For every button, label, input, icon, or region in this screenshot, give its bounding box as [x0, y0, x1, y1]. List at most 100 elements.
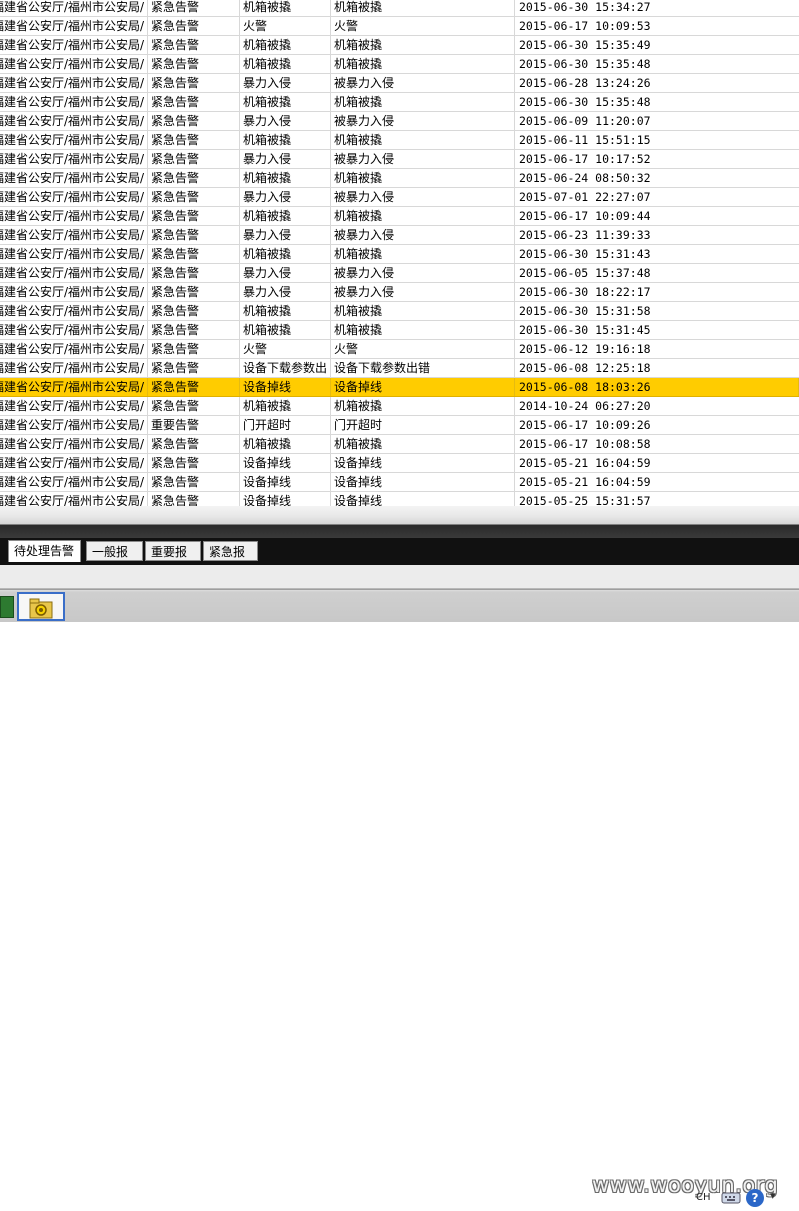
tray-arrow-icon[interactable]: ▾	[770, 1189, 776, 1202]
org-cell: 福建省公安厅/福州市公安局/	[0, 245, 148, 263]
alarm-desc-cell: 机箱被撬	[331, 36, 515, 54]
org-cell: 福建省公安厅/福州市公安局/	[0, 473, 148, 491]
alarm-type-cell: 暴力入侵	[240, 226, 331, 244]
tab-0[interactable]: 待处理告警	[8, 540, 81, 562]
alarm-type-cell: 设备下载参数出	[240, 359, 331, 377]
alarm-time-cell: 2015-06-11 15:51:15	[519, 133, 651, 147]
alarm-level-cell: 紧急告警	[148, 397, 240, 415]
language-indicator[interactable]: CH	[696, 1192, 711, 1203]
alarm-table[interactable]: 福建省公安厅/福州市公安局/紧急告警 机箱被撬 机箱被撬 2015-06-30 15:…	[0, 0, 799, 506]
tab-1[interactable]: 一般报警	[86, 541, 143, 579]
alarm-time-cell: 2015-05-25 15:31:57	[519, 494, 651, 506]
alarm-type-cell: 机箱被撬	[240, 321, 331, 339]
help-icon[interactable]: ?	[746, 1189, 764, 1207]
table-row[interactable]: 福建省公安厅/福州市公安局/紧急告警 机箱被撬 机箱被撬 2015-06-30 15:…	[0, 0, 799, 17]
table-row[interactable]: 福建省公安厅/福州市公安局/紧急告警 设备掉线 设备掉线 2015-05-21 16:…	[0, 454, 799, 473]
table-row[interactable]: 福建省公安厅/福州市公安局/紧急告警 机箱被撬 机箱被撬 2015-06-24 08:…	[0, 169, 799, 188]
alarm-type-cell: 机箱被撬	[240, 0, 331, 16]
table-row[interactable]: 福建省公安厅/福州市公安局/紧急告警 机箱被撬 机箱被撬 2015-06-17 10:…	[0, 207, 799, 226]
tab-3[interactable]: 紧急报警	[203, 541, 258, 579]
alarm-desc-cell: 被暴力入侵	[331, 112, 515, 130]
table-row[interactable]: 福建省公安厅/福州市公安局/紧急告警 设备掉线 设备掉线 2015-05-21 16:…	[0, 473, 799, 492]
alarm-level-cell: 紧急告警	[148, 36, 240, 54]
org-cell: 福建省公安厅/福州市公安局/	[0, 188, 148, 206]
alarm-level-cell: 紧急告警	[148, 378, 240, 396]
table-row[interactable]: 福建省公安厅/福州市公安局/紧急告警 暴力入侵 被暴力入侵 2015-06-09 11…	[0, 112, 799, 131]
alarm-desc-cell: 设备掉线	[331, 473, 515, 491]
org-cell: 福建省公安厅/福州市公安局/	[0, 55, 148, 73]
table-row[interactable]: 福建省公安厅/福州市公安局/紧急告警 火警 火警 2015-06-17 10:09:5…	[0, 17, 799, 36]
alarm-type-cell: 机箱被撬	[240, 302, 331, 320]
alarm-desc-cell: 被暴力入侵	[331, 264, 515, 282]
alarm-time-cell: 2015-06-30 15:31:45	[519, 323, 651, 337]
table-row[interactable]: 福建省公安厅/福州市公安局/紧急告警 机箱被撬 机箱被撬 2015-06-30 15:…	[0, 321, 799, 340]
alarm-time-cell: 2015-06-08 12:25:18	[519, 361, 651, 375]
alarm-desc-cell: 机箱被撬	[331, 435, 515, 453]
table-row[interactable]: 福建省公安厅/福州市公安局/紧急告警 暴力入侵 被暴力入侵 2015-07-01 22…	[0, 188, 799, 207]
alarm-type-cell: 机箱被撬	[240, 36, 331, 54]
taskbar: www.wooyun.org CH ? ▾	[0, 589, 799, 1207]
table-row[interactable]: 福建省公安厅/福州市公安局/紧急告警 机箱被撬 机箱被撬 2015-06-11 15:…	[0, 131, 799, 150]
alarm-time-cell: 2015-06-05 15:37:48	[519, 266, 651, 280]
alarm-level-cell: 紧急告警	[148, 93, 240, 111]
table-row[interactable]: 福建省公安厅/福州市公安局/紧急告警 机箱被撬 机箱被撬 2015-06-30 15:…	[0, 93, 799, 112]
alarm-time-cell: 2015-06-28 13:24:26	[519, 76, 651, 90]
alarm-time-cell: 2015-06-30 15:35:48	[519, 95, 651, 109]
table-row[interactable]: 福建省公安厅/福州市公安局/紧急告警 暴力入侵 被暴力入侵 2015-06-17 10…	[0, 150, 799, 169]
alarm-desc-cell: 机箱被撬	[331, 93, 515, 111]
alarm-type-cell: 设备掉线	[240, 378, 331, 396]
alarm-time-cell: 2015-06-30 15:35:48	[519, 57, 651, 71]
alarm-level-cell: 紧急告警	[148, 131, 240, 149]
org-cell: 福建省公安厅/福州市公安局/	[0, 112, 148, 130]
alarm-desc-cell: 机箱被撬	[331, 245, 515, 263]
table-row[interactable]: 福建省公安厅/福州市公安局/紧急告警 机箱被撬 机箱被撬 2015-06-17 10:…	[0, 435, 799, 454]
alarm-desc-cell: 门开超时	[331, 416, 515, 434]
table-row[interactable]: 福建省公安厅/福州市公安局/紧急告警 暴力入侵 被暴力入侵 2015-06-30 18…	[0, 283, 799, 302]
tab-2[interactable]: 重要报警	[145, 541, 201, 579]
table-row-selected[interactable]: 福建省公安厅/福州市公安局/紧急告警 设备掉线 设备掉线 2015-06-08 18:…	[0, 378, 799, 397]
alarm-time-cell: 2015-06-12 19:16:18	[519, 342, 651, 356]
table-row[interactable]: 福建省公安厅/福州市公安局/紧急告警 暴力入侵 被暴力入侵 2015-06-05 15…	[0, 264, 799, 283]
alarm-desc-cell: 机箱被撬	[331, 0, 515, 16]
table-row[interactable]: 福建省公安厅/福州市公安局/紧急告警 火警 火警 2015-06-12 19:16:1…	[0, 340, 799, 359]
alarm-time-cell: 2015-06-17 10:08:58	[519, 437, 651, 451]
table-row[interactable]: 福建省公安厅/福州市公安局/紧急告警 暴力入侵 被暴力入侵 2015-06-28 13…	[0, 74, 799, 93]
alarm-type-cell: 暴力入侵	[240, 283, 331, 301]
table-row[interactable]: 福建省公安厅/福州市公安局/紧急告警 设备下载参数出 设备下载参数出错 2015-06…	[0, 359, 799, 378]
alarm-type-cell: 机箱被撬	[240, 169, 331, 187]
alarm-desc-cell: 设备掉线	[331, 454, 515, 472]
alarm-time-cell: 2015-06-08 18:03:26	[515, 378, 799, 396]
table-row[interactable]: 福建省公安厅/福州市公安局/紧急告警 机箱被撬 机箱被撬 2014-10-24 06:…	[0, 397, 799, 416]
table-row[interactable]: 福建省公安厅/福州市公安局/紧急告警 机箱被撬 机箱被撬 2015-06-30 15:…	[0, 302, 799, 321]
alarm-type-cell: 暴力入侵	[240, 150, 331, 168]
status-strip	[0, 565, 799, 589]
alarm-time-cell: 2015-06-17 10:09:26	[519, 418, 651, 432]
alarm-type-cell: 机箱被撬	[240, 131, 331, 149]
alarm-level-cell: 紧急告警	[148, 359, 240, 377]
alarm-time-cell: 2014-10-24 06:27:20	[519, 399, 651, 413]
taskbar-app-button[interactable]	[17, 592, 65, 621]
table-row[interactable]: 福建省公安厅/福州市公安局/紧急告警 机箱被撬 机箱被撬 2015-06-30 15:…	[0, 245, 799, 264]
gear-folder-icon	[29, 598, 53, 619]
panel-splitter[interactable]	[0, 506, 799, 538]
app-window-icon[interactable]	[0, 596, 14, 618]
alarm-type-cell: 设备掉线	[240, 492, 331, 506]
org-cell: 福建省公安厅/福州市公安局/	[0, 492, 148, 506]
alarm-desc-cell: 机箱被撬	[331, 302, 515, 320]
keyboard-icon[interactable]	[721, 1191, 741, 1205]
org-cell: 福建省公安厅/福州市公安局/	[0, 340, 148, 358]
table-row[interactable]: 福建省公安厅/福州市公安局/紧急告警 机箱被撬 机箱被撬 2015-06-30 15:…	[0, 36, 799, 55]
alarm-desc-cell: 被暴力入侵	[331, 150, 515, 168]
table-row[interactable]: 福建省公安厅/福州市公安局/重要告警 门开超时 门开超时 2015-06-17 10:…	[0, 416, 799, 435]
table-row[interactable]: 福建省公安厅/福州市公安局/紧急告警 机箱被撬 机箱被撬 2015-06-30 15:…	[0, 55, 799, 74]
alarm-type-cell: 机箱被撬	[240, 207, 331, 225]
table-row[interactable]: 福建省公安厅/福州市公安局/紧急告警 设备掉线 设备掉线 2015-05-25 15:…	[0, 492, 799, 506]
alarm-level-cell: 紧急告警	[148, 454, 240, 472]
alarm-time-cell: 2015-06-30 15:31:58	[519, 304, 651, 318]
alarm-desc-cell: 火警	[331, 17, 515, 35]
alarm-time-cell: 2015-06-09 11:20:07	[519, 114, 651, 128]
alarm-level-cell: 紧急告警	[148, 283, 240, 301]
table-row[interactable]: 福建省公安厅/福州市公安局/紧急告警 暴力入侵 被暴力入侵 2015-06-23 11…	[0, 226, 799, 245]
alarm-time-cell: 2015-06-17 10:17:52	[519, 152, 651, 166]
org-cell: 福建省公安厅/福州市公安局/	[0, 283, 148, 301]
